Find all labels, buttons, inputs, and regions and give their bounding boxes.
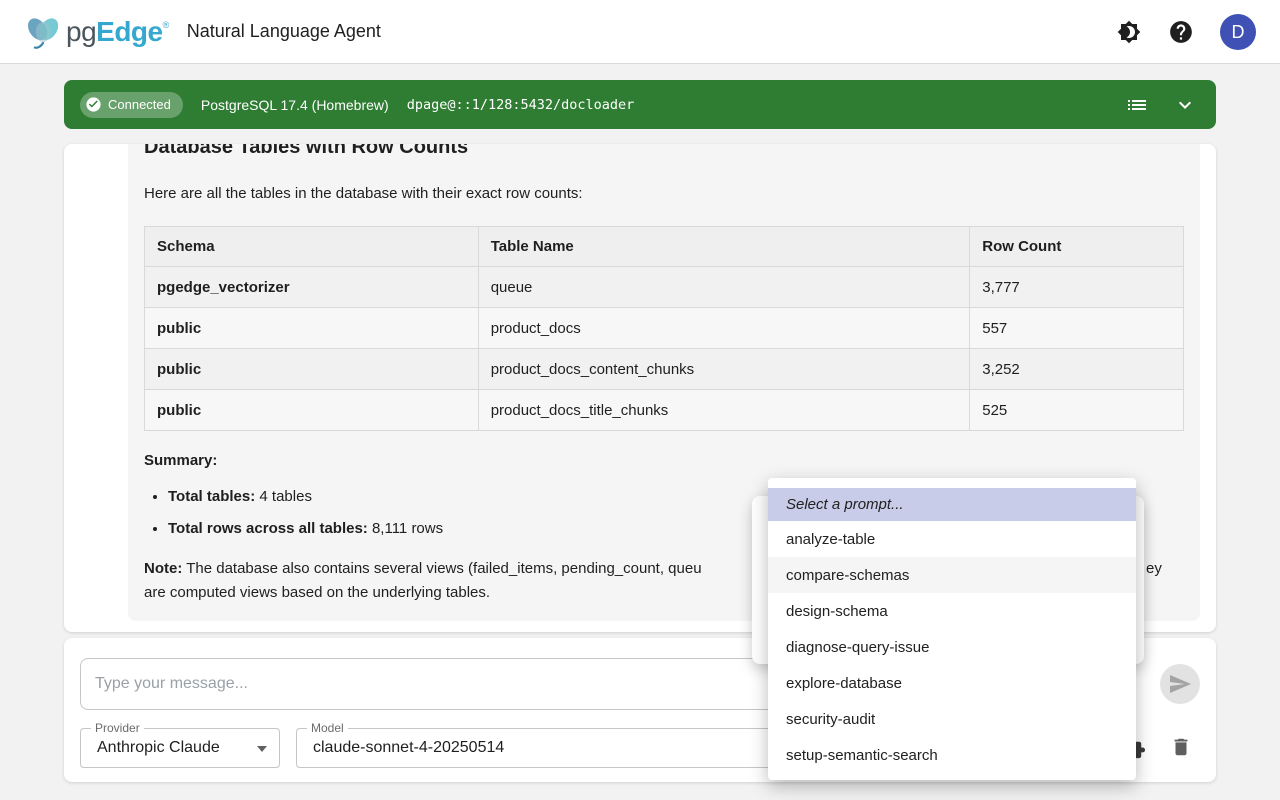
- note-label: Note:: [144, 560, 182, 577]
- pgedge-logo: pgEdge®: [22, 10, 169, 54]
- connected-status-label: Connected: [108, 97, 171, 112]
- table-cell-schema: public: [145, 390, 479, 431]
- pgedge-heart-icon: [22, 10, 66, 54]
- header-actions: D: [1116, 0, 1256, 64]
- connection-bar-actions: [1124, 92, 1198, 118]
- help-icon[interactable]: [1168, 19, 1194, 45]
- connected-status-badge: Connected: [80, 92, 183, 118]
- table-row: public product_docs_title_chunks 525: [145, 390, 1184, 431]
- prompt-menu-placeholder[interactable]: Select a prompt...: [768, 488, 1136, 521]
- app-header: pgEdge® Natural Language Agent D: [0, 0, 1280, 64]
- prompt-menu-item-explore-database[interactable]: explore-database: [768, 665, 1136, 701]
- theme-toggle-icon[interactable]: [1116, 19, 1142, 45]
- connection-collapse-chevron-down-icon[interactable]: [1172, 92, 1198, 118]
- connection-list-icon[interactable]: [1124, 92, 1150, 118]
- provider-chevron-down-icon: [257, 746, 267, 752]
- table-cell-name: queue: [478, 267, 970, 308]
- summary-item-value: 8,111 rows: [368, 520, 443, 537]
- table-cell-count: 525: [970, 390, 1184, 431]
- table-cell-schema: pgedge_vectorizer: [145, 267, 479, 308]
- table-header-cell: Table Name: [478, 227, 970, 267]
- row-counts-table: Schema Table Name Row Count pgedge_vecto…: [144, 226, 1184, 431]
- message-intro: Here are all the tables in the database …: [144, 184, 1184, 204]
- prompt-menu-item-security-audit[interactable]: security-audit: [768, 701, 1136, 737]
- table-cell-count: 3,777: [970, 267, 1184, 308]
- table-cell-name: product_docs: [478, 308, 970, 349]
- check-circle-icon: [85, 96, 102, 113]
- table-row: pgedge_vectorizer queue 3,777: [145, 267, 1184, 308]
- table-cell-name: product_docs_title_chunks: [478, 390, 970, 431]
- prompt-menu-item-design-schema[interactable]: design-schema: [768, 593, 1136, 629]
- brand-pg: pg: [66, 16, 96, 48]
- prompt-menu-item-compare-schemas[interactable]: compare-schemas: [768, 557, 1136, 593]
- table-cell-count: 3,252: [970, 349, 1184, 390]
- summary-item-label: Total rows across all tables:: [168, 520, 368, 537]
- connection-bar: Connected PostgreSQL 17.4 (Homebrew) dpa…: [64, 80, 1216, 129]
- summary-item-label: Total tables:: [168, 488, 255, 505]
- brand-edge: Edge: [96, 16, 162, 48]
- prompt-menu-item-setup-semantic-search[interactable]: setup-semantic-search: [768, 737, 1136, 773]
- table-row: public product_docs 557: [145, 308, 1184, 349]
- brand-registered-mark: ®: [163, 20, 169, 30]
- table-cell-count: 557: [970, 308, 1184, 349]
- model-value: claude-sonnet-4-20250514: [313, 739, 504, 757]
- note-text-start: The database also contains several views…: [182, 560, 701, 577]
- message-heading: Database Tables with Row Counts: [144, 144, 1184, 160]
- provider-label: Provider: [91, 721, 144, 735]
- page-title: Natural Language Agent: [187, 21, 381, 42]
- connection-string: dpage@::1/128:5432/docloader: [407, 97, 635, 113]
- summary-item-value: 4 tables: [255, 488, 312, 505]
- prompt-menu-item-diagnose-query-issue[interactable]: diagnose-query-issue: [768, 629, 1136, 665]
- table-header-cell: Schema: [145, 227, 479, 267]
- model-label: Model: [307, 721, 348, 735]
- summary-heading: Summary:: [144, 451, 1184, 471]
- table-header-cell: Row Count: [970, 227, 1184, 267]
- server-version-label: PostgreSQL 17.4 (Homebrew): [201, 97, 389, 113]
- table-cell-schema: public: [145, 308, 479, 349]
- user-avatar[interactable]: D: [1220, 14, 1256, 50]
- send-button[interactable]: [1160, 664, 1200, 704]
- prompt-menu-item-analyze-table[interactable]: analyze-table: [768, 521, 1136, 557]
- send-icon: [1168, 672, 1192, 696]
- provider-value: Anthropic Claude: [97, 739, 220, 757]
- provider-select[interactable]: Provider Anthropic Claude: [80, 728, 280, 768]
- table-header-row: Schema Table Name Row Count: [145, 227, 1184, 267]
- table-row: public product_docs_content_chunks 3,252: [145, 349, 1184, 390]
- brand-wordmark: pgEdge®: [66, 16, 169, 48]
- clear-chat-trash-icon[interactable]: [1170, 736, 1192, 763]
- note-text-tail: ey: [1146, 557, 1162, 581]
- table-cell-name: product_docs_content_chunks: [478, 349, 970, 390]
- prompt-menu: Select a prompt... analyze-table compare…: [768, 478, 1136, 780]
- table-cell-schema: public: [145, 349, 479, 390]
